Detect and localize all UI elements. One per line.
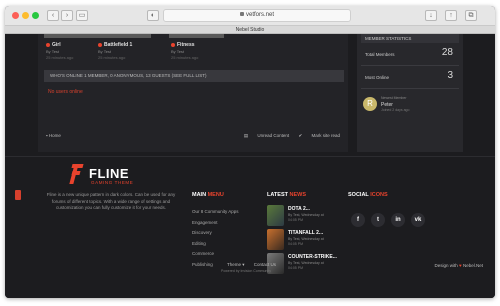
browser-window: ‹ › ▭ ◐ vetfors.net ↓ ↑ ⧉ Nebel Studio G… xyxy=(5,6,495,298)
browser-toolbar: ‹ › ▭ ◐ vetfors.net ↓ ↑ ⧉ xyxy=(5,6,495,26)
download-icon[interactable]: ↓ xyxy=(425,10,437,21)
privacy-icon[interactable]: ◐ xyxy=(147,10,159,21)
news-author: By Test, Wednesday at xyxy=(288,213,324,217)
mark-read-link[interactable]: ✔ Mark site read xyxy=(298,133,340,138)
lock-icon xyxy=(239,12,244,17)
stat-most-online: Most Online 3 xyxy=(361,67,459,89)
brand-name: FLINE xyxy=(89,166,130,181)
social-heading: SOCIAL ICONS xyxy=(348,192,388,198)
bullet-icon xyxy=(98,42,102,47)
theme-selector[interactable]: Theme ▾ xyxy=(227,262,245,267)
minimize-window-icon[interactable] xyxy=(22,12,29,19)
gallery-author: By Test xyxy=(98,49,112,54)
twitter-icon[interactable]: t xyxy=(371,213,385,227)
logo-icon xyxy=(69,164,84,184)
news-item[interactable]: TITANFALL 2... By Test, Wednesday at 04:… xyxy=(267,229,337,251)
news-time: 04:05 PM xyxy=(288,218,303,222)
menu-item[interactable]: Commerce xyxy=(192,251,239,262)
unread-content-link[interactable]: ▤ Unread Content xyxy=(244,133,289,138)
url-text: vetfors.net xyxy=(245,12,274,18)
news-title[interactable]: TITANFALL 2... xyxy=(288,230,323,236)
page-content: Girl By Test 25 minutes ago Battlefield … xyxy=(5,34,495,298)
gallery-card[interactable]: Fitness By Test 25 minutes ago xyxy=(169,34,224,64)
gallery-time: 25 minutes ago xyxy=(171,55,199,60)
gallery-thumb xyxy=(96,34,151,38)
footer-links: Theme ▾ Contact Us xyxy=(227,262,284,268)
gallery-title[interactable]: Fitness xyxy=(171,42,195,48)
brand-block: FLINE GAMING THEME Fline is a new unique… xyxy=(41,164,181,234)
vk-icon[interactable]: vk xyxy=(411,213,425,227)
gallery-time: 25 minutes ago xyxy=(98,55,126,60)
share-icon[interactable]: ↑ xyxy=(445,10,457,21)
news-title[interactable]: DOTA 2... xyxy=(288,206,310,212)
stats-header: MEMBER STATISTICS xyxy=(361,34,459,43)
news-author: By Test, Wednesday at xyxy=(288,237,324,241)
brand-tagline: GAMING THEME xyxy=(91,180,134,185)
home-link[interactable]: ▪ Home xyxy=(46,133,61,138)
news-author: By Test, Wednesday at xyxy=(288,261,324,265)
bullet-icon xyxy=(171,42,175,47)
gallery-title[interactable]: Girl xyxy=(46,42,61,48)
back-icon[interactable]: ‹ xyxy=(47,10,59,21)
stat-value: 3 xyxy=(447,70,453,81)
menu-item[interactable]: Editing xyxy=(192,241,239,252)
forum-main: Girl By Test 25 minutes ago Battlefield … xyxy=(38,34,348,152)
linkedin-icon[interactable]: in xyxy=(391,213,405,227)
tabs-icon[interactable]: ⧉ xyxy=(465,10,477,21)
gallery-thumb xyxy=(44,34,99,38)
whos-online-bar[interactable]: WHO'S ONLINE 1 MEMBER, 0 ANONYMOUS, 13 G… xyxy=(44,70,344,82)
stat-total-members: Total Members 28 xyxy=(361,44,459,66)
gallery-time: 25 minutes ago xyxy=(46,55,74,60)
design-credit[interactable]: Design with ♥ Nebel.Net xyxy=(435,263,483,268)
forum-actions: ▤ Unread Content ✔ Mark site read xyxy=(236,133,340,139)
news-time: 04:05 PM xyxy=(288,242,303,246)
stat-label: Total Members xyxy=(365,52,395,57)
gallery-author: By Test xyxy=(171,49,185,54)
news-heading: LATEST NEWS xyxy=(267,192,307,198)
gallery-card[interactable]: Girl By Test 25 minutes ago xyxy=(44,34,99,64)
news-item[interactable]: DOTA 2... By Test, Wednesday at 04:05 PM xyxy=(267,205,337,227)
tab-strip[interactable]: Nebel Studio xyxy=(5,26,495,34)
news-time: 04:05 PM xyxy=(288,266,303,270)
news-thumbnail[interactable] xyxy=(267,205,284,226)
contact-link[interactable]: Contact Us xyxy=(254,262,276,267)
newest-meta: Joined 2 days ago xyxy=(381,108,410,112)
menu-item[interactable]: Engagement xyxy=(192,220,239,231)
facebook-icon[interactable]: f xyxy=(351,213,365,227)
menu-heading: MAIN MENU xyxy=(192,192,224,198)
stat-value: 28 xyxy=(441,47,453,58)
newest-label: Newest Member xyxy=(381,96,407,100)
brand-description: Fline is a new unique pattern in dark co… xyxy=(46,192,176,210)
close-window-icon[interactable] xyxy=(12,12,19,19)
news-title[interactable]: COUNTER-STRIKE... xyxy=(288,254,337,260)
address-bar[interactable]: vetfors.net xyxy=(163,9,351,22)
bullet-icon xyxy=(46,42,50,47)
gallery-card[interactable]: Battlefield 1 By Test 25 minutes ago xyxy=(96,34,151,64)
gallery-thumb xyxy=(169,34,224,38)
news-thumbnail[interactable] xyxy=(267,229,284,250)
avatar[interactable]: R xyxy=(363,97,377,111)
gallery-title[interactable]: Battlefield 1 xyxy=(98,42,132,48)
forward-icon[interactable]: › xyxy=(61,10,73,21)
no-users-text: No users online xyxy=(48,89,83,95)
powered-by[interactable]: Powered by Invision Community xyxy=(221,269,271,273)
side-tab-handle[interactable] xyxy=(15,190,21,200)
gallery-author: By Test xyxy=(46,49,60,54)
sidebar-icon[interactable]: ▭ xyxy=(76,10,88,21)
menu-item[interactable]: Our 8 Community Apps xyxy=(192,209,239,220)
menu-item[interactable]: Discovery xyxy=(192,230,239,241)
maximize-window-icon[interactable] xyxy=(32,12,39,19)
heart-icon: ♥ xyxy=(459,263,462,268)
newest-member[interactable]: R Newest Member Peter Joined 2 days ago xyxy=(363,94,459,120)
stats-sidebar: MEMBER STATISTICS Total Members 28 Most … xyxy=(357,34,463,152)
tab-title[interactable]: Nebel Studio xyxy=(236,27,265,33)
stat-label: Most Online xyxy=(365,75,390,80)
